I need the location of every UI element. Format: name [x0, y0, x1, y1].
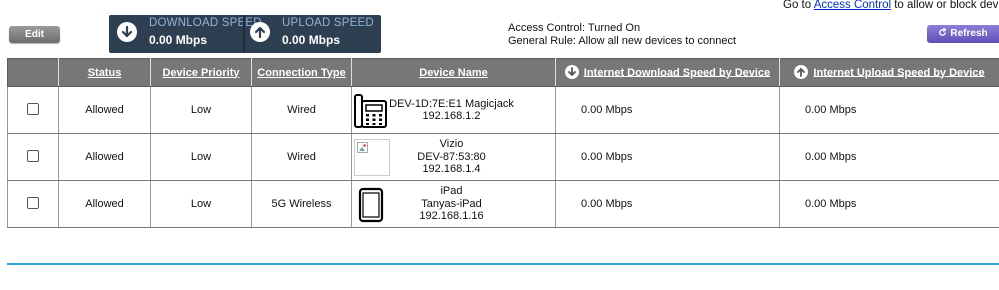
phone-icon [354, 94, 387, 128]
access-control-note: Go to Access Control to allow or block d… [783, 0, 999, 11]
bottom-divider [7, 263, 999, 265]
device-name-cell: Vizio DEV-87:53:80 192.168.1.4 [351, 133, 556, 181]
general-rule-status: General Rule: Allow all new devices to c… [508, 35, 737, 47]
upload-column-label: Internet Upload Speed by Device [813, 66, 985, 79]
note-prefix: Go to [783, 0, 814, 11]
status-cell: Allowed [58, 180, 151, 228]
upload-circle-icon [794, 64, 809, 79]
upload-speed-block: UPLOAD SPEED 0.00 Mbps [246, 15, 381, 53]
access-control-status: Access Control: Turned On [508, 22, 641, 34]
upload-speed-cell: 0.00 Mbps [779, 86, 999, 134]
table-header-row: Status Device Priority Connection Type D… [7, 58, 999, 87]
download-arrow-icon [117, 22, 137, 42]
select-cell [7, 180, 59, 228]
device-table: Status Device Priority Connection Type D… [7, 58, 999, 228]
download-circle-icon [564, 64, 579, 79]
priority-column-header[interactable]: Device Priority [150, 58, 252, 87]
download-column-header[interactable]: Internet Download Speed by Device [555, 58, 780, 87]
device-name-cell: DEV-1D:7E:E1 Magicjack 192.168.1.2 [351, 86, 556, 134]
select-column-header [7, 58, 59, 87]
status-cell: Allowed [58, 133, 151, 181]
connection-column-header[interactable]: Connection Type [251, 58, 352, 87]
priority-cell: Low [150, 180, 252, 228]
row-checkbox[interactable] [27, 196, 39, 209]
speed-panel: DOWNLOAD SPEED 0.00 Mbps UPLOAD SPEED 0.… [109, 15, 381, 53]
device-name-cell: iPad Tanyas-iPad 192.168.1.16 [351, 180, 556, 228]
upload-speed-cell: 0.00 Mbps [779, 180, 999, 228]
device-name-column-header[interactable]: Device Name [351, 58, 556, 87]
status-column-header[interactable]: Status [58, 58, 151, 87]
access-control-link[interactable]: Access Control [814, 0, 891, 11]
download-speed-cell: 0.00 Mbps [555, 86, 780, 134]
status-cell: Allowed [58, 86, 151, 134]
upload-column-header[interactable]: Internet Upload Speed by Device [779, 58, 999, 87]
table-row: Allowed Low 5G Wireless iPad Tanyas-iPad… [7, 180, 999, 228]
download-speed-value: 0.00 Mbps [149, 33, 208, 47]
row-checkbox[interactable] [27, 102, 39, 115]
broken-image-icon [354, 139, 390, 176]
connection-cell: Wired [251, 86, 352, 134]
connection-cell: Wired [251, 133, 352, 181]
upload-arrow-icon [250, 22, 270, 42]
download-column-label: Internet Download Speed by Device [583, 66, 771, 79]
access-status: Access Control: Turned On General Rule: … [508, 22, 736, 48]
refresh-button[interactable]: Refresh [927, 25, 999, 43]
download-speed-block: DOWNLOAD SPEED 0.00 Mbps [113, 15, 262, 53]
priority-cell: Low [150, 133, 252, 181]
upload-speed-cell: 0.00 Mbps [779, 133, 999, 181]
table-row: Allowed Low Wired DEV-1D:7E:E1 Magicjack… [7, 86, 999, 134]
refresh-icon [939, 27, 947, 36]
select-cell [7, 86, 59, 134]
note-suffix: to allow or block devices [894, 0, 999, 11]
speed-divider [243, 15, 245, 53]
select-cell [7, 133, 59, 181]
refresh-label: Refresh [950, 28, 988, 39]
upload-speed-value: 0.00 Mbps [282, 33, 341, 47]
edit-button[interactable]: Edit [9, 26, 60, 43]
upload-speed-label: UPLOAD SPEED [282, 17, 374, 29]
connection-cell: 5G Wireless [251, 180, 352, 228]
table-row: Allowed Low Wired Vizio DEV-87:53:80 192… [7, 133, 999, 181]
download-speed-cell: 0.00 Mbps [555, 133, 780, 181]
row-checkbox[interactable] [27, 149, 39, 162]
download-speed-cell: 0.00 Mbps [555, 180, 780, 228]
tablet-icon [358, 187, 384, 223]
priority-cell: Low [150, 86, 252, 134]
